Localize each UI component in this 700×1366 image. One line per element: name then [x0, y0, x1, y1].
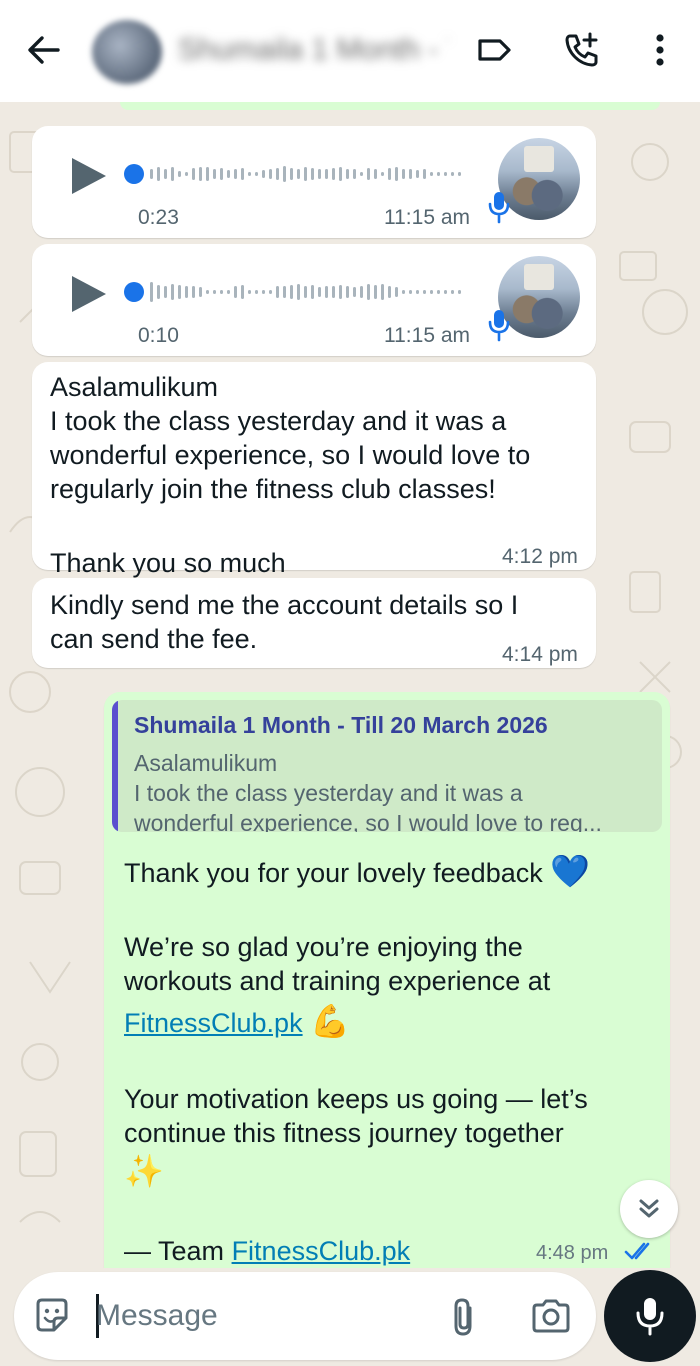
sticker-icon[interactable] — [32, 1296, 72, 1336]
scroll-to-bottom-button[interactable] — [620, 1180, 678, 1238]
chat-area[interactable]: 0:23 11:15 am 0:10 11:15 am Asalamulikum… — [0, 102, 700, 1268]
quoted-message[interactable]: Shumaila 1 Month - Till 20 March 2026 As… — [112, 700, 662, 832]
play-icon[interactable] — [70, 274, 108, 314]
reply-text: We’re so glad you’re enjoying the — [124, 932, 523, 962]
camera-icon[interactable] — [530, 1298, 572, 1334]
mic-icon — [488, 310, 510, 342]
more-vertical-icon[interactable] — [642, 30, 682, 70]
voice-duration: 0:23 — [138, 206, 179, 229]
contact-name[interactable]: Shumaila 1 Month - Till 20 March 2026 — [178, 30, 448, 70]
read-ticks-icon — [624, 1242, 650, 1260]
quote-sender: Shumaila 1 Month - Till 20 March 2026 — [134, 712, 548, 738]
incoming-message[interactable]: Asalamulikum I took the class yesterday … — [32, 362, 596, 614]
reply-signature: — Team FitnessClub.pk — [124, 1234, 410, 1268]
fitnessclub-link[interactable]: FitnessClub.pk — [124, 1008, 303, 1038]
reply-paragraph: Your motivation keeps us going — let’s c… — [124, 1082, 588, 1188]
message-time: 11:15 am — [384, 324, 470, 347]
voice-duration: 0:10 — [138, 324, 179, 347]
voice-record-button[interactable] — [604, 1270, 696, 1362]
voice-message[interactable]: 0:23 11:15 am — [32, 126, 596, 238]
quote-text: Asalamulikum I took the class yesterday … — [134, 750, 602, 832]
back-arrow-icon[interactable] — [24, 30, 64, 70]
flexed-biceps-emoji: 💪 — [310, 1003, 350, 1039]
reply-text: Your motivation keeps us going — let’s — [124, 1084, 588, 1114]
outgoing-message[interactable]: Shumaila 1 Month - Till 20 March 2026 As… — [104, 692, 670, 1268]
signature-text: — Team — [124, 1236, 225, 1266]
play-icon[interactable] — [70, 156, 108, 196]
sparkles-emoji: ✨ — [124, 1153, 164, 1189]
voice-waveform[interactable] — [122, 278, 472, 306]
message-time: 4:12 pm — [502, 545, 578, 568]
previous-message-edge — [120, 102, 660, 110]
message-composer — [14, 1272, 596, 1360]
message-time: 11:15 am — [384, 206, 470, 229]
reply-line: Thank you for your lovely feedback 💙 — [124, 854, 590, 890]
message-time: 4:48 pm — [536, 1242, 609, 1264]
double-chevron-down-icon — [639, 1199, 659, 1218]
fitnessclub-link[interactable]: FitnessClub.pk — [232, 1236, 411, 1266]
mic-icon — [636, 1298, 664, 1336]
reply-text: workouts and training experience at — [124, 966, 551, 996]
blue-heart-emoji: 💙 — [550, 853, 591, 889]
label-icon[interactable] — [474, 30, 514, 70]
message-text: Kindly send me the account details so I … — [50, 590, 519, 654]
quote-bar — [112, 700, 118, 832]
attach-icon[interactable] — [450, 1296, 480, 1338]
mic-icon — [488, 192, 510, 224]
voice-message[interactable]: 0:10 11:15 am — [32, 244, 596, 356]
chat-header: Shumaila 1 Month - Till 20 March 2026 — [0, 0, 700, 102]
add-call-icon[interactable] — [562, 30, 602, 70]
voice-waveform[interactable] — [122, 160, 472, 188]
reply-text: continue this fitness journey together — [124, 1118, 564, 1148]
contact-avatar[interactable] — [92, 20, 162, 84]
message-time: 4:14 pm — [502, 643, 578, 666]
reply-paragraph: We’re so glad you’re enjoying the workou… — [124, 930, 550, 1040]
message-text: Asalamulikum I took the class yesterday … — [50, 372, 531, 504]
message-input[interactable] — [96, 1290, 416, 1342]
incoming-message[interactable]: Kindly send me the account details so I … — [32, 578, 596, 668]
thanks-text: Thank you so much — [50, 548, 286, 578]
reply-text: Thank you for your lovely feedback — [124, 858, 543, 888]
